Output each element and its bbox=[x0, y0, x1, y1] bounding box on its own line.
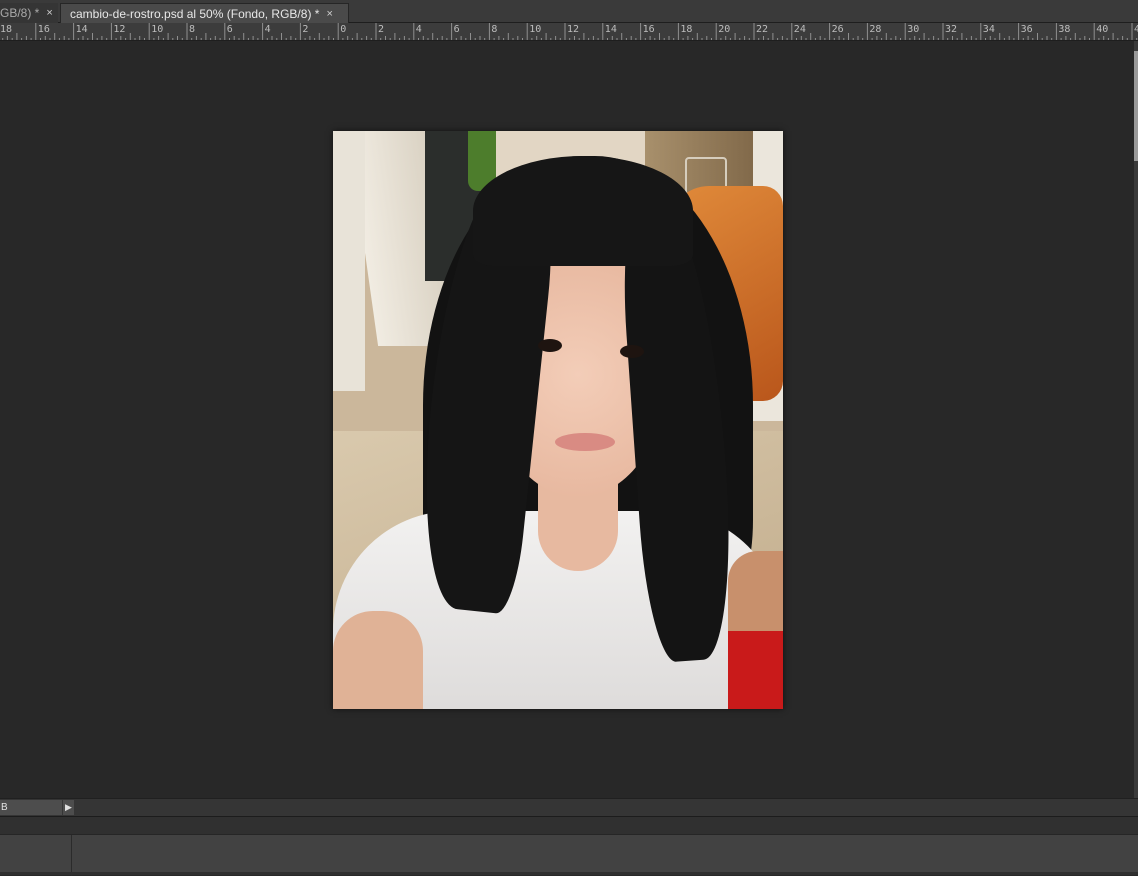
ruler-tick-label: 8 bbox=[189, 24, 196, 35]
ruler-tick-label: 14 bbox=[75, 24, 88, 35]
panel-tabstrip bbox=[0, 816, 1138, 834]
left-eye bbox=[538, 339, 562, 352]
red-fabric bbox=[728, 631, 783, 709]
ruler-tick-label: 10 bbox=[151, 24, 164, 35]
left-arm bbox=[333, 611, 423, 709]
ruler-tick-label: 8 bbox=[491, 24, 498, 35]
ruler-tick-label: 28 bbox=[869, 24, 882, 35]
tab-previous-document[interactable]: GB/8) * × bbox=[0, 3, 58, 23]
close-icon[interactable]: × bbox=[326, 8, 332, 20]
tab-cambio-de-rostro[interactable]: cambio-de-rostro.psd al 50% (Fondo, RGB/… bbox=[60, 3, 349, 23]
ruler-tick-label: 20 bbox=[718, 24, 731, 35]
ruler-tick-label: 2 bbox=[302, 24, 309, 35]
scrollbar-thumb[interactable] bbox=[1134, 51, 1138, 161]
document-canvas-image[interactable] bbox=[333, 131, 783, 709]
status-bar: B ▶ bbox=[0, 798, 1138, 816]
document-tab-bar: GB/8) * × cambio-de-rostro.psd al 50% (F… bbox=[0, 0, 1138, 23]
ruler-tick-label: 24 bbox=[793, 24, 806, 35]
ruler-tick-label: 4 bbox=[1134, 24, 1138, 35]
tab-label: cambio-de-rostro.psd al 50% (Fondo, RGB/… bbox=[70, 6, 320, 21]
ruler-tick-label: 16 bbox=[642, 24, 655, 35]
ruler-tick-label: 6 bbox=[226, 24, 233, 35]
ruler-tick-label: 14 bbox=[604, 24, 617, 35]
ruler-tick-label: 30 bbox=[907, 24, 920, 35]
ruler-tick-label: 26 bbox=[831, 24, 844, 35]
ruler-tick-label: 36 bbox=[1020, 24, 1033, 35]
ruler-tick-label: 18 bbox=[0, 24, 13, 35]
ruler-tick-label: 6 bbox=[453, 24, 460, 35]
ruler-tick-label: 12 bbox=[567, 24, 580, 35]
ruler-tick-label: 4 bbox=[264, 24, 271, 35]
ruler-tick-label: 10 bbox=[529, 24, 542, 35]
ruler-tick-label: 38 bbox=[1058, 24, 1071, 35]
close-icon[interactable]: × bbox=[46, 7, 52, 19]
right-eye bbox=[620, 345, 644, 358]
ruler-tick-label: 16 bbox=[37, 24, 50, 35]
mouth bbox=[555, 433, 615, 451]
ruler-tick-label: 12 bbox=[113, 24, 126, 35]
left-wall bbox=[333, 131, 365, 391]
ruler-tick-label: 4 bbox=[415, 24, 422, 35]
status-menu-arrow-icon[interactable]: ▶ bbox=[63, 800, 74, 815]
vertical-scrollbar[interactable] bbox=[1134, 41, 1138, 798]
bottom-panel bbox=[0, 834, 1138, 876]
ruler-tick-label: 34 bbox=[982, 24, 995, 35]
ruler-tick-label: 32 bbox=[945, 24, 958, 35]
tab-label: GB/8) * bbox=[0, 6, 40, 20]
hair-top bbox=[473, 156, 693, 266]
ruler-tick-label: 22 bbox=[756, 24, 769, 35]
horizontal-ruler[interactable]: 18 16 14 12 10 8 6 4 2 0 2 4 6 8 10 12 14 16 18 20 22 24 26 28 3… bbox=[0, 23, 1138, 41]
zoom-field[interactable]: B bbox=[0, 800, 62, 815]
ruler-tick-label: 18 bbox=[680, 24, 693, 35]
ruler-tick-label: 40 bbox=[1096, 24, 1109, 35]
panel-divider bbox=[71, 835, 72, 876]
ruler-tick-label: 0 bbox=[340, 24, 347, 35]
ruler-tick-label: 2 bbox=[378, 24, 385, 35]
